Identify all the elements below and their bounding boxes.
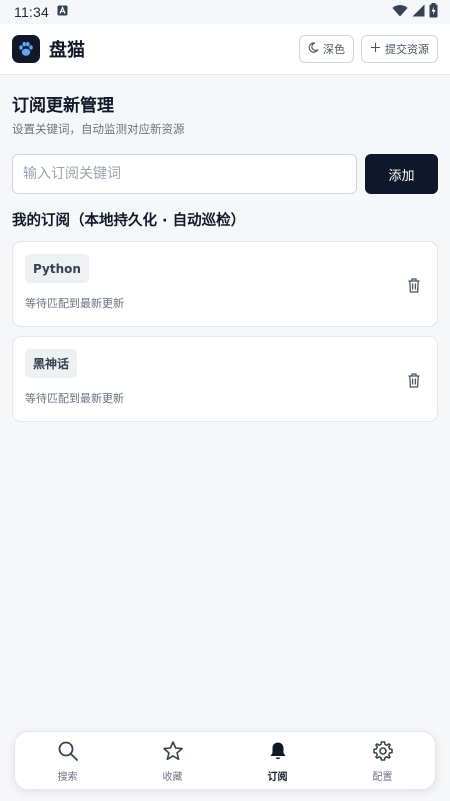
- theme-toggle-button[interactable]: 深色: [299, 35, 354, 63]
- subscription-status: 等待匹配到最新更新: [25, 297, 124, 310]
- plus-icon: [370, 42, 381, 56]
- nav-item-search[interactable]: 搜索: [28, 739, 108, 783]
- section-title: 我的订阅（本地持久化 · 自动巡检）: [12, 213, 246, 229]
- keyword-tag: Python: [25, 254, 89, 283]
- subscription-card: 黑神话 等待匹配到最新更新: [12, 336, 438, 422]
- wifi-icon: [392, 4, 408, 21]
- keyword-tag: 黑神话: [25, 349, 78, 378]
- trash-icon[interactable]: [405, 276, 423, 294]
- paw-icon: [12, 35, 40, 63]
- bell-icon: [267, 739, 289, 763]
- app-title: 盘猫: [49, 40, 85, 61]
- nav-item-favorites[interactable]: 收藏: [133, 739, 213, 783]
- app-screen: 11:34 盘猫 深色 提交资源 订阅更新管理 设置关键词，自动监测对应新资源 …: [0, 0, 450, 801]
- status-bar: 11:34: [0, 0, 450, 24]
- subscription-list: Python 等待匹配到最新更新 黑神话 等待匹配到最新更新: [12, 241, 438, 422]
- trash-icon[interactable]: [405, 371, 423, 389]
- submit-resource-label: 提交资源: [385, 43, 429, 56]
- nav-item-subscriptions[interactable]: 订阅: [238, 739, 318, 783]
- page-subtitle: 设置关键词，自动监测对应新资源: [12, 122, 185, 136]
- bottom-nav: 搜索 收藏 订阅 配置: [14, 731, 436, 790]
- subscription-status: 等待匹配到最新更新: [25, 392, 124, 405]
- gear-icon: [372, 739, 394, 763]
- nav-label: 收藏: [162, 771, 183, 783]
- battery-icon: [429, 2, 438, 22]
- star-icon: [162, 739, 184, 763]
- search-icon: [57, 739, 79, 763]
- app-header: 盘猫 深色 提交资源: [0, 24, 450, 75]
- nav-label: 搜索: [57, 771, 78, 783]
- page-title: 订阅更新管理: [12, 96, 114, 116]
- moon-icon: [308, 42, 319, 56]
- theme-toggle-label: 深色: [323, 43, 345, 56]
- nav-label: 配置: [372, 771, 393, 783]
- add-subscription-row: 添加: [12, 154, 438, 194]
- subscription-card: Python 等待匹配到最新更新: [12, 241, 438, 327]
- notification-a-icon: [57, 5, 68, 20]
- nav-label: 订阅: [267, 771, 288, 783]
- nav-item-settings[interactable]: 配置: [343, 739, 423, 783]
- submit-resource-button[interactable]: 提交资源: [361, 35, 438, 63]
- brand: 盘猫: [12, 35, 85, 63]
- main-content: 订阅更新管理 设置关键词，自动监测对应新资源 添加 我的订阅（本地持久化 · 自…: [12, 75, 438, 422]
- keyword-input[interactable]: [12, 154, 357, 194]
- signal-icon: [412, 4, 425, 21]
- add-button[interactable]: 添加: [365, 154, 438, 194]
- status-time: 11:34: [14, 4, 49, 20]
